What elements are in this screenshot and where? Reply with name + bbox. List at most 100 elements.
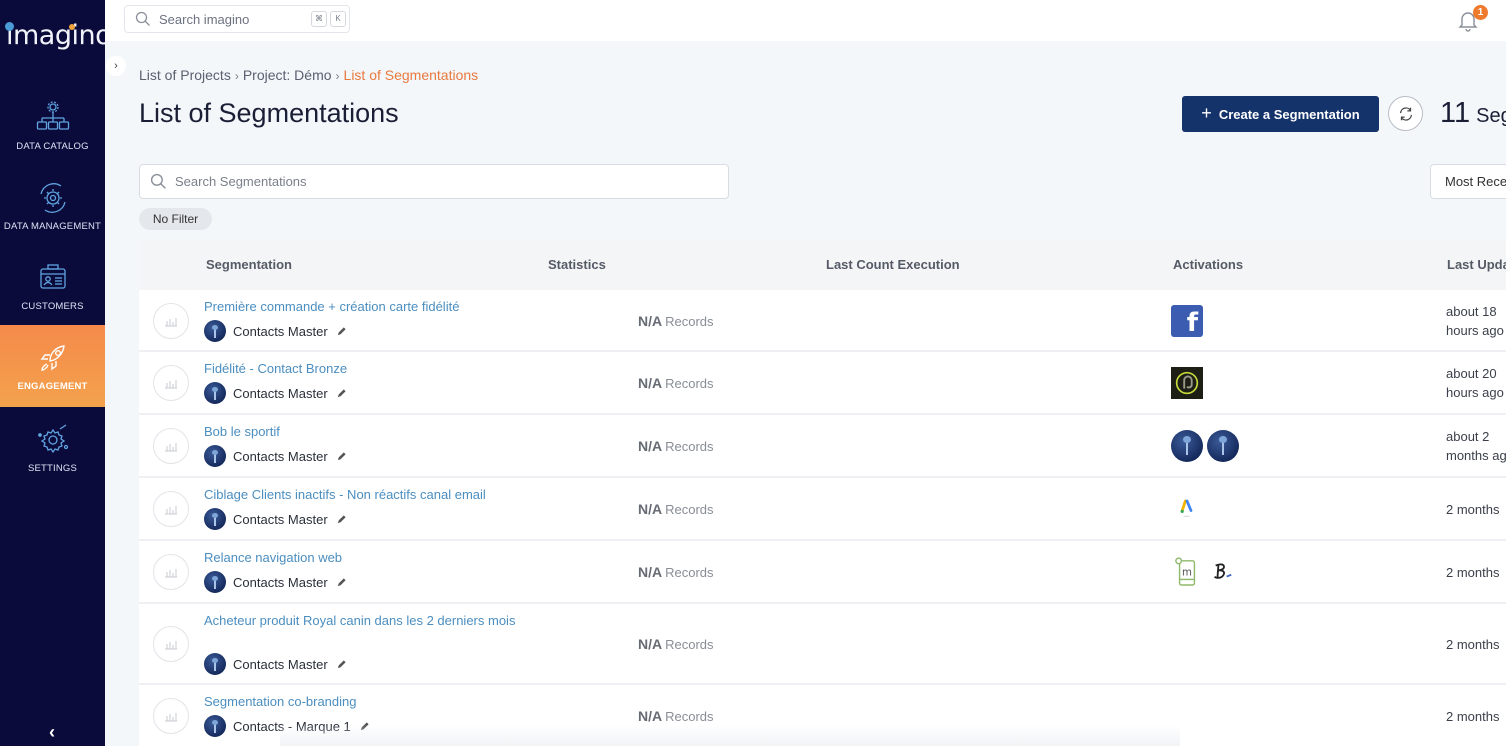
pj-connector-icon[interactable] — [1171, 367, 1203, 399]
table-row[interactable]: Bob le sportif Contacts Master N/A Record… — [139, 415, 1506, 478]
chevron-right-icon: › — [114, 60, 118, 72]
pencil-icon[interactable] — [359, 721, 370, 732]
filter-chip[interactable]: No Filter — [139, 208, 212, 230]
records-label: Records — [665, 314, 714, 329]
records-count: N/A Records — [638, 375, 714, 391]
sidebar-item-customers[interactable]: CUSTOMERS — [0, 246, 105, 326]
column-header-last-count-execution[interactable]: Last Count Execution — [826, 257, 960, 272]
bar-chart-icon — [165, 443, 177, 452]
page-title: List of Segmentations — [139, 98, 399, 128]
refresh-button[interactable] — [1388, 96, 1423, 131]
segmentations-table: Segmentation Statistics Last Count Execu… — [139, 240, 1506, 746]
imagino-connector-icon[interactable] — [1171, 430, 1203, 462]
column-header-activations[interactable]: Activations — [1173, 257, 1243, 272]
sort-dropdown[interactable]: Most Recent — [1430, 164, 1506, 199]
data-source: Contacts Master — [204, 320, 347, 342]
source-avatar-icon — [204, 715, 226, 737]
search-icon — [150, 173, 166, 189]
pencil-icon[interactable] — [336, 659, 347, 670]
imagino-logo[interactable]: imagino — [5, 20, 112, 51]
breadcrumb: List of Projects › Project: Démo › List of S… — [139, 67, 478, 83]
plus-icon: + — [1201, 102, 1212, 123]
activations — [1171, 430, 1239, 462]
bar-chart-icon — [165, 380, 177, 389]
sidebar-item-engagement[interactable]: ENGAGEMENT — [0, 325, 105, 407]
last-updated: about 2 months ago — [1446, 427, 1506, 465]
pencil-icon[interactable] — [336, 514, 347, 525]
table-row[interactable]: Première commande + création carte fidél… — [139, 290, 1506, 352]
statistics-button[interactable] — [153, 303, 189, 339]
segmentation-name-link[interactable]: Fidélité - Contact Bronze — [204, 359, 524, 379]
statistics-button[interactable] — [153, 698, 189, 734]
records-count: N/A Records — [638, 708, 714, 724]
source-avatar-icon — [204, 382, 226, 404]
column-header-statistics[interactable]: Statistics — [548, 257, 606, 272]
segmentation-name-link[interactable]: Ciblage Clients inactifs - Non réactifs … — [204, 485, 524, 505]
facebook-icon[interactable]: f — [1171, 305, 1203, 337]
settings-icon — [37, 423, 68, 453]
create-segmentation-button[interactable]: + Create a Segmentation — [1182, 96, 1379, 132]
statistics-button[interactable] — [153, 428, 189, 464]
statistics-button[interactable] — [153, 626, 189, 662]
segmentation-count: 11Segmentations — [1440, 97, 1506, 130]
sidebar-item-data-management[interactable]: DATA MANAGEMENT — [0, 166, 105, 246]
table-row[interactable]: Fidélité - Contact Bronze Contacts Maste… — [139, 352, 1506, 415]
mobile-m-connector-icon[interactable]: m — [1171, 556, 1203, 588]
segmentation-name-link[interactable]: Acheteur produit Royal canin dans les 2 … — [204, 611, 524, 631]
column-header-segmentation[interactable]: Segmentation — [206, 257, 292, 272]
segmentation-search-input[interactable] — [175, 174, 728, 189]
breadcrumb-project[interactable]: Project: Démo — [243, 67, 332, 83]
last-updated-line: about 18 — [1446, 304, 1497, 319]
last-updated-line: 2 months — [1446, 637, 1500, 652]
last-updated-line: months ago — [1446, 448, 1506, 463]
global-search-placeholder: Search imagino — [159, 11, 250, 27]
expand-panel-button[interactable]: › — [106, 56, 126, 76]
data-source-name: Contacts Master — [233, 448, 328, 464]
last-updated-line: 2 months — [1446, 502, 1500, 517]
sidebar-item-settings[interactable]: SETTINGS — [0, 408, 105, 488]
data-source-name: Contacts Master — [233, 574, 328, 590]
rocket-icon — [40, 344, 65, 371]
imagino-connector-icon[interactable] — [1207, 430, 1239, 462]
segmentation-name-link[interactable]: Première commande + création carte fidél… — [204, 297, 524, 317]
table-row[interactable]: Relance navigation web Contacts Master N… — [139, 541, 1506, 604]
segmentation-name-link[interactable]: Relance navigation web — [204, 548, 524, 568]
google-ads-icon[interactable] — [1171, 493, 1203, 525]
table-row[interactable]: Acheteur produit Royal canin dans les 2 … — [139, 604, 1506, 685]
segmentation-search[interactable] — [139, 164, 729, 199]
collapse-sidebar-button[interactable]: ‹ — [42, 722, 62, 742]
sidebar-item-label: DATA MANAGEMENT — [3, 220, 102, 232]
records-value: N/A — [638, 708, 663, 724]
svg-text:m: m — [1182, 568, 1192, 579]
sidebar: imagino DATA CATALOG DATA MANAGEMENT CUS… — [0, 0, 112, 746]
statistics-button[interactable] — [153, 491, 189, 527]
pencil-icon[interactable] — [336, 388, 347, 399]
breadcrumb-list-of-projects[interactable]: List of Projects — [139, 67, 231, 83]
source-avatar-icon — [204, 445, 226, 467]
mobile-m-logo: m — [1175, 557, 1196, 586]
pencil-icon[interactable] — [336, 326, 347, 337]
table-row[interactable]: Ciblage Clients inactifs - Non réactifs … — [139, 478, 1506, 541]
pencil-icon[interactable] — [336, 577, 347, 588]
top-bar: Search imagino ⌘ K 1 — [105, 0, 1506, 41]
records-count: N/A Records — [638, 313, 714, 329]
data-source-name: Contacts Master — [233, 656, 328, 672]
statistics-button[interactable] — [153, 365, 189, 401]
statistics-button[interactable] — [153, 554, 189, 590]
pencil-icon[interactable] — [336, 451, 347, 462]
column-header-last-updated[interactable]: Last Updated — [1447, 257, 1506, 272]
sidebar-item-label: DATA CATALOG — [16, 140, 89, 152]
records-count: N/A Records — [638, 636, 714, 652]
records-label: Records — [665, 565, 714, 580]
segmentation-name-link[interactable]: Bob le sportif — [204, 422, 524, 442]
b-signature-connector-icon[interactable] — [1207, 556, 1239, 588]
table-row[interactable]: Segmentation co-branding Contacts - Marq… — [139, 685, 1506, 746]
breadcrumb-separator: › — [335, 69, 340, 83]
global-search-input[interactable]: Search imagino ⌘ K — [124, 5, 350, 33]
last-updated-line: hours ago — [1446, 323, 1504, 338]
data-source: Contacts Master — [204, 445, 347, 467]
sidebar-item-data-catalog[interactable]: DATA CATALOG — [0, 86, 105, 166]
data-source-name: Contacts Master — [233, 511, 328, 527]
last-updated-line: hours ago — [1446, 385, 1504, 400]
segmentation-name-link[interactable]: Segmentation co-branding — [204, 692, 524, 712]
